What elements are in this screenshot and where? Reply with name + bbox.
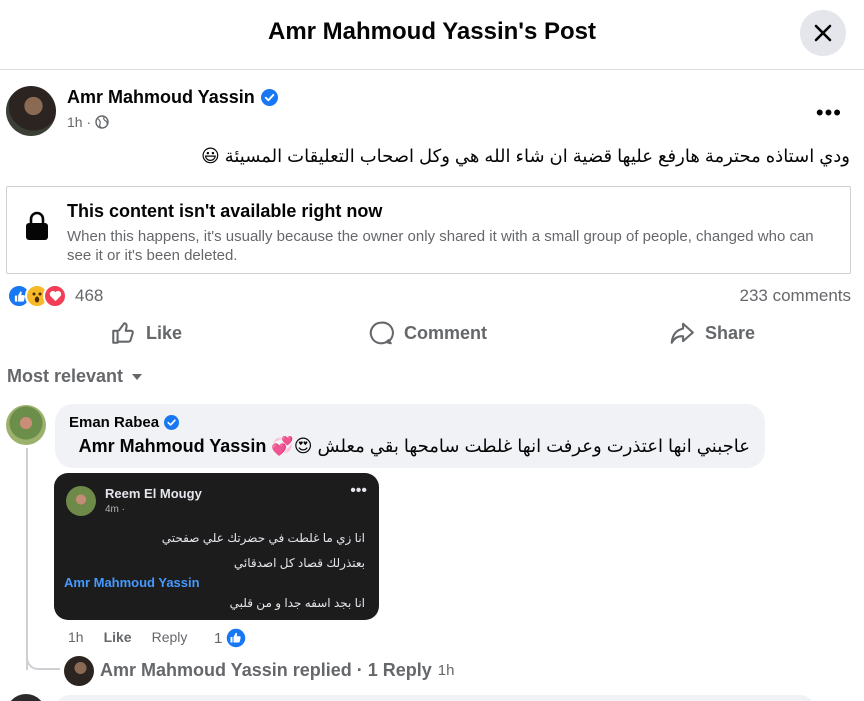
comment-body: عاجبني انها اعتذرت وعرفت انها غلطت سامحه… bbox=[271, 436, 750, 456]
next-commenter-avatar[interactable] bbox=[6, 694, 46, 701]
comment-reply-button[interactable]: Reply bbox=[152, 629, 188, 645]
reply-author-avatar[interactable] bbox=[64, 656, 94, 686]
like-button[interactable]: Like bbox=[110, 320, 182, 346]
comment-like-count: 1 bbox=[214, 629, 223, 647]
reactions-summary[interactable]: 468 bbox=[7, 284, 103, 308]
next-comment-bubble bbox=[55, 695, 815, 701]
post-more-options-button[interactable]: ••• bbox=[816, 100, 842, 126]
comment-time[interactable]: 1h bbox=[68, 629, 84, 645]
share-arrow-icon bbox=[670, 322, 694, 344]
comment-bubble: Eman Rabea عاجبني انها اعتذرت وعرفت انها… bbox=[55, 404, 765, 468]
thread-connector bbox=[26, 640, 60, 670]
view-replies-link[interactable]: Amr Mahmoud Yassin replied · 1 Reply 1h bbox=[100, 660, 454, 681]
thread-line bbox=[26, 448, 28, 670]
comment-bubble-icon bbox=[369, 321, 394, 345]
lock-icon bbox=[26, 211, 48, 240]
unavailable-content-card: This content isn't available right now W… bbox=[6, 186, 851, 274]
comment-mention[interactable]: Amr Mahmoud Yassin bbox=[79, 436, 267, 456]
globe-icon bbox=[95, 115, 109, 129]
reaction-count: 468 bbox=[75, 286, 104, 305]
comment-sort-dropdown[interactable]: Most relevant bbox=[7, 366, 143, 387]
attachment-avatar bbox=[66, 486, 96, 516]
post-text: ودي استاذه محترمة هارفع عليها قضية ان شا… bbox=[200, 146, 850, 166]
attachment-mention: Amr Mahmoud Yassin bbox=[64, 575, 200, 590]
attachment-line-2: بعتذرلك قصاد كل اصدقائي bbox=[233, 556, 365, 570]
post-author-name[interactable]: Amr Mahmoud Yassin bbox=[67, 87, 255, 108]
attachment-line-3: انا بجد اسفه جدا و من قلبي bbox=[229, 596, 365, 610]
replies-summary: Amr Mahmoud Yassin replied · 1 Reply bbox=[100, 660, 432, 680]
comment-like-button[interactable]: Like bbox=[104, 629, 132, 645]
thumbs-up-icon bbox=[112, 322, 134, 344]
like-label: Like bbox=[146, 322, 183, 343]
unavailable-title: This content isn't available right now bbox=[67, 201, 383, 221]
comment-meta: 1h Like Reply bbox=[68, 629, 207, 645]
verified-badge-icon bbox=[164, 415, 180, 430]
attachment-time: 4m · bbox=[105, 504, 125, 515]
attachment-more-icon: ••• bbox=[350, 482, 367, 499]
comment-reactions[interactable]: 1 bbox=[214, 627, 248, 649]
like-reaction-icon bbox=[225, 627, 248, 649]
comment-label: Comment bbox=[404, 322, 488, 343]
caret-down-icon bbox=[132, 373, 143, 380]
comment-author-name[interactable]: Eman Rabea bbox=[69, 414, 159, 431]
post-author: Amr Mahmoud Yassin bbox=[67, 87, 278, 108]
share-label: Share bbox=[705, 322, 756, 343]
attachment-author-name: Reem El Mougy bbox=[105, 486, 202, 501]
close-icon bbox=[814, 24, 832, 42]
comment-author: Eman Rabea bbox=[69, 414, 180, 431]
verified-badge-icon bbox=[260, 89, 278, 106]
post-time[interactable]: 1h · bbox=[67, 114, 91, 130]
close-button[interactable] bbox=[800, 10, 846, 56]
comment-text: عاجبني انها اعتذرت وعرفت انها غلطت سامحه… bbox=[79, 436, 750, 457]
post-dialog-header: Amr Mahmoud Yassin's Post bbox=[0, 0, 864, 70]
sort-label: Most relevant bbox=[7, 366, 124, 386]
post-author-avatar[interactable] bbox=[6, 86, 56, 136]
share-button[interactable]: Share bbox=[669, 320, 755, 346]
comment-image-attachment[interactable]: Reem El Mougy 4m · ••• انا زي ما غلطت في… bbox=[54, 473, 379, 620]
replies-time: 1h bbox=[437, 662, 455, 679]
commenter-avatar[interactable] bbox=[6, 405, 46, 445]
unavailable-description: When this happens, it's usually because … bbox=[67, 228, 814, 264]
post-meta: 1h · bbox=[67, 114, 109, 130]
attachment-line-1: انا زي ما غلطت في حضرتك علي صفحتي bbox=[161, 531, 365, 545]
comment-count[interactable]: 233 comments bbox=[740, 286, 852, 306]
dialog-title: Amr Mahmoud Yassin's Post bbox=[267, 18, 597, 45]
comment-button[interactable]: Comment bbox=[368, 320, 487, 346]
post-actions: Like Comment Share bbox=[0, 316, 864, 356]
love-reaction-icon bbox=[43, 284, 67, 308]
